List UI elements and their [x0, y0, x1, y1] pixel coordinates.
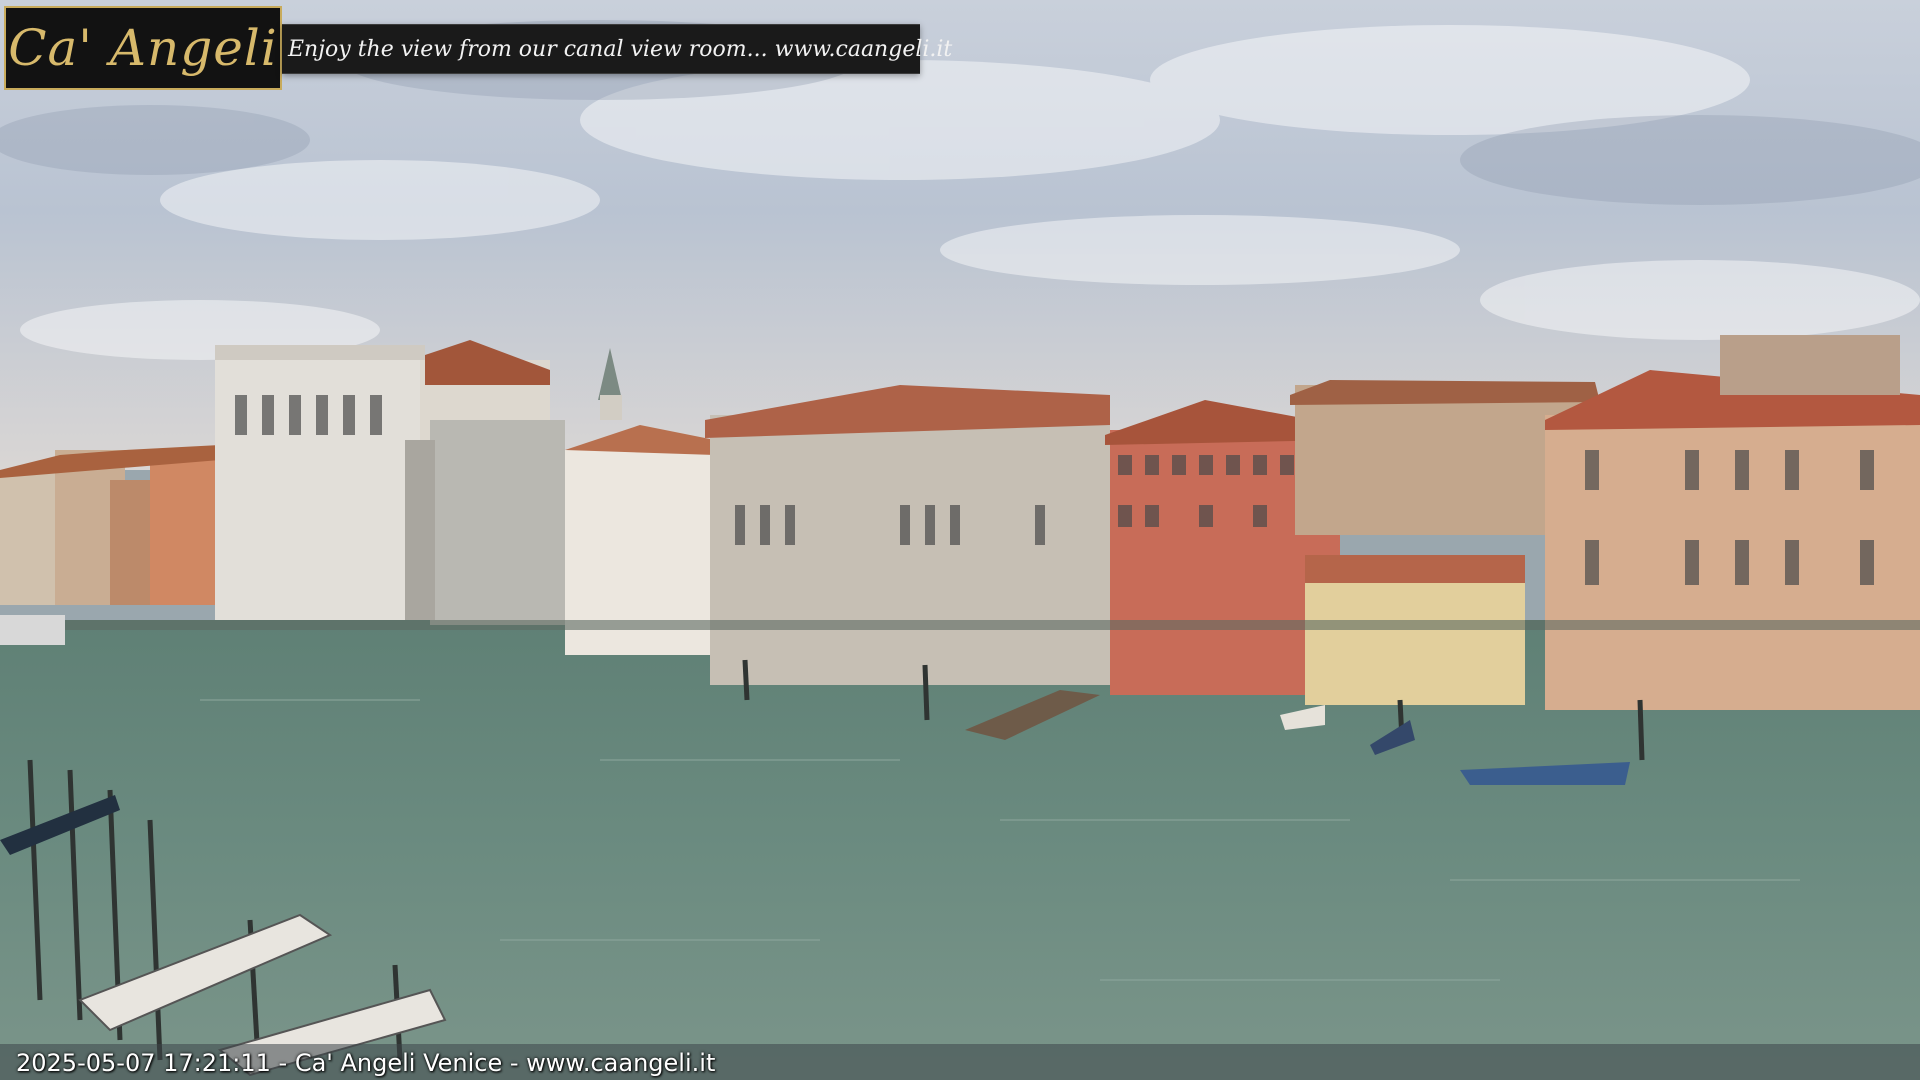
vaporetto-stop	[0, 615, 65, 645]
tagline-box: Enjoy the view from our canal view room.…	[282, 24, 952, 74]
hotel-banner: Ca' Angeli Enjoy the view from our canal…	[4, 6, 952, 94]
waterline	[0, 620, 1920, 630]
webcam-image	[0, 0, 1920, 1080]
grand-canal-scene	[0, 0, 1920, 1080]
scaffolded-building	[405, 420, 565, 625]
hotel-logo: Ca' Angeli	[4, 6, 282, 90]
tagline-text: Enjoy the view from our canal view room.…	[288, 36, 953, 62]
left-buildings	[0, 445, 220, 605]
timestamp-caption: 2025-05-07 17:21:11 - Ca' Angeli Venice …	[16, 1049, 716, 1077]
logo-text: Ca' Angeli	[8, 19, 278, 77]
